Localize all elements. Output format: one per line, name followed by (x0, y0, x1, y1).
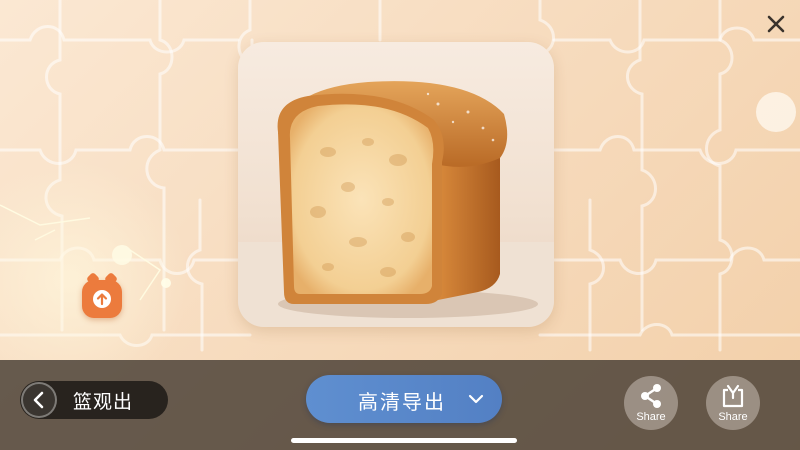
export-label: 高清导出 (358, 390, 446, 414)
back-button[interactable]: 篮观出 (20, 381, 168, 419)
close-icon (767, 15, 785, 33)
home-indicator (291, 438, 517, 443)
back-label: 篮观出 (73, 390, 134, 413)
bread-loaf-image (238, 81, 554, 327)
upload-badge[interactable] (82, 271, 122, 318)
share-button[interactable]: Share (624, 376, 678, 430)
upload-badge-icon (93, 290, 111, 308)
back-circle[interactable] (21, 382, 57, 418)
light-glow (756, 92, 796, 132)
share-label: Share (636, 411, 666, 423)
chevron-left-icon (33, 391, 44, 409)
share-export-icon (722, 384, 744, 408)
preview-stage: 篮观出 高清导出 Share Share (0, 0, 800, 450)
close-button[interactable] (762, 10, 790, 38)
share-label: Share (718, 411, 748, 423)
share-network-icon (641, 384, 661, 408)
share-export-button[interactable]: Share (706, 376, 760, 430)
hd-export-button[interactable]: 高清导出 (306, 375, 502, 423)
product-image-card (238, 42, 554, 327)
chevron-down-icon[interactable] (468, 391, 484, 407)
